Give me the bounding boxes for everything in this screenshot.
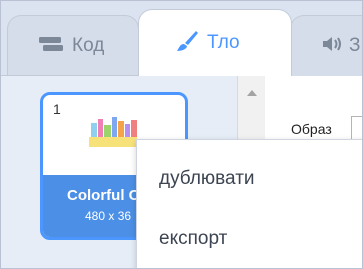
backdrop-preview-image <box>87 111 139 153</box>
tab-bar: Код Тло З <box>1 1 362 76</box>
speaker-icon <box>321 35 343 58</box>
tab-code-label: Код <box>72 35 105 56</box>
tab-sounds[interactable]: З <box>290 15 362 76</box>
app-frame: Код Тло З 1 Colorful C 480 x 36 Образ ду… <box>0 0 363 269</box>
tab-code[interactable]: Код <box>7 15 139 76</box>
tab-sounds-label: З <box>349 35 361 56</box>
menu-item-duplicate[interactable]: дублювати <box>159 168 255 190</box>
tab-backdrops-label: Тло <box>207 32 240 53</box>
backdrop-name: Colorful C <box>67 187 140 204</box>
context-menu: дублювати експорт <box>136 139 362 268</box>
paintbrush-icon <box>175 29 199 58</box>
code-blocks-icon <box>38 35 64 58</box>
backdrop-number: 1 <box>53 101 61 117</box>
backdrop-size: 480 x 36 <box>85 209 132 223</box>
scroll-up-arrow-icon[interactable] <box>247 90 257 96</box>
tab-backdrops[interactable]: Тло <box>138 9 292 76</box>
menu-item-export[interactable]: експорт <box>159 228 227 250</box>
costume-label: Образ <box>291 121 332 137</box>
